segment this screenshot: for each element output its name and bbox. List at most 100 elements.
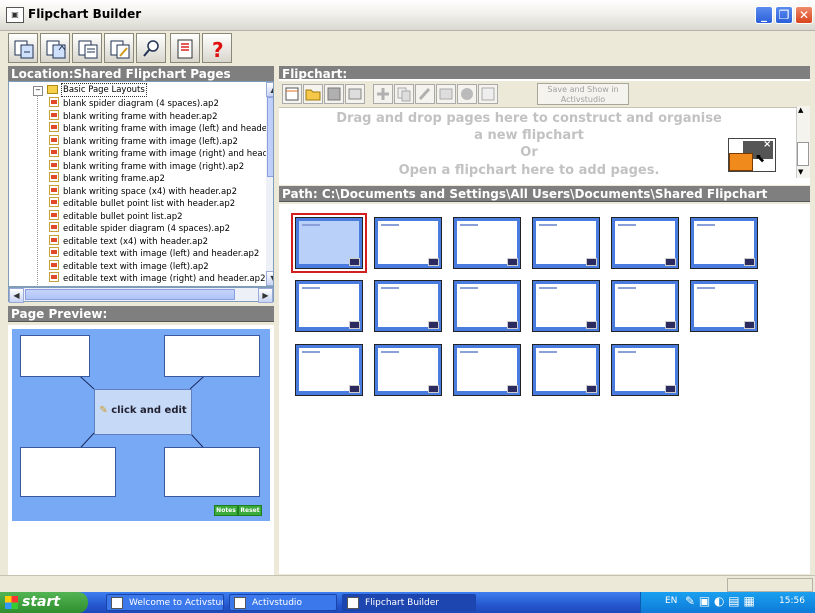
page-thumbnail[interactable]: [453, 280, 521, 332]
page-thumbnail[interactable]: [532, 280, 600, 332]
page-badge-icon: [349, 321, 360, 329]
task-flipchart-builder[interactable]: Flipchart Builder: [342, 594, 476, 611]
new-flipchart-button[interactable]: [282, 84, 302, 104]
brush-icon: [418, 87, 431, 101]
page-thumbnail[interactable]: [295, 280, 363, 332]
page-thumbnail[interactable]: [374, 217, 442, 269]
tree-item[interactable]: blank spider diagram (4 spaces).ap2: [49, 97, 219, 109]
add-page-button[interactable]: [8, 33, 38, 63]
page-badge-icon: [665, 321, 676, 329]
save-and-show-button[interactable]: Save and Show in Activstudio: [537, 83, 629, 105]
tree-item[interactable]: editable bullet point list.ap2: [49, 209, 183, 222]
page-thumbnail[interactable]: [453, 217, 521, 269]
page-badge-icon: [744, 258, 755, 266]
page-thumbnail[interactable]: [291, 213, 367, 273]
tree-horizontal-scrollbar[interactable]: ◀ ▶: [8, 287, 274, 303]
document-icon: [177, 39, 193, 59]
path-header: Path: C:\Documents and Settings\All User…: [279, 186, 810, 202]
pages-up-button[interactable]: [40, 33, 70, 63]
tree-item[interactable]: editable text with image (right) and hea…: [49, 272, 266, 284]
page-thumbnail[interactable]: [374, 344, 442, 396]
page-thumbnail[interactable]: [295, 344, 363, 396]
duplicate-button[interactable]: [394, 84, 414, 104]
task-activstudio-label: Activstudio: [252, 598, 302, 608]
fc-scroll-up-icon[interactable]: ▲: [798, 106, 803, 114]
page-thumbnail[interactable]: [611, 217, 679, 269]
page-copy-button[interactable]: [72, 33, 102, 63]
tree-item[interactable]: blank writing frame with image (left) an…: [49, 122, 267, 134]
tree-vertical-scrollbar[interactable]: ▲ ▼: [266, 82, 273, 286]
search-button[interactable]: [136, 33, 166, 63]
drop-hint-line4: Open a flipchart here to add pages.: [398, 163, 660, 178]
location-tree[interactable]: − Basic Page Layouts blank spider diagra…: [8, 81, 274, 287]
thumbnail-header-line: [302, 351, 320, 353]
edit-page-icon: [110, 40, 130, 59]
tree-item-label: blank writing frame with image (right).a…: [63, 161, 245, 172]
properties-button[interactable]: [345, 84, 365, 104]
window-icon: [111, 597, 123, 609]
page-thumbnail[interactable]: [374, 280, 442, 332]
tree-item[interactable]: blank writing space (x4) with header.ap2: [49, 184, 237, 197]
scroll-thumb[interactable]: [267, 97, 273, 177]
flipchart-toolbar: Save and Show in Activstudio: [279, 81, 810, 108]
edit-page-button[interactable]: [104, 33, 134, 63]
page-thumbnail[interactable]: [690, 280, 758, 332]
tree-item[interactable]: editable bullet point list with header.a…: [49, 197, 235, 209]
tree-item[interactable]: blank writing frame with image (right).a…: [49, 159, 245, 172]
task-welcome[interactable]: Welcome to Activstud...: [106, 594, 224, 611]
minimize-button[interactable]: _: [755, 6, 773, 24]
notes-button[interactable]: Notes: [214, 505, 238, 516]
tree-item[interactable]: blank writing frame with header.ap2: [49, 109, 218, 122]
tree-item[interactable]: editable spider diagram (4 spaces).ap2: [49, 222, 230, 234]
close-button[interactable]: ✕: [795, 6, 813, 24]
start-button[interactable]: start: [0, 592, 88, 613]
scroll-left-button[interactable]: ◀: [9, 288, 24, 303]
hscroll-thumb[interactable]: [25, 289, 235, 300]
help-button[interactable]: ?: [202, 33, 232, 63]
page-thumbnail[interactable]: [453, 344, 521, 396]
thumbnail-header-line: [381, 351, 399, 353]
task-activstudio[interactable]: Activstudio: [229, 594, 337, 611]
preview-box-top-left: [20, 335, 90, 377]
flipchart-doc-button[interactable]: [170, 33, 200, 63]
zoom-button[interactable]: [478, 84, 498, 104]
flipchart-scrollbar[interactable]: ▲ ▼: [796, 106, 810, 178]
tree-item[interactable]: editable text with image (left) and head…: [49, 247, 259, 259]
tree-item-label: blank writing frame.ap2: [63, 174, 165, 184]
page-thumbnail[interactable]: [532, 217, 600, 269]
title-bar[interactable]: ▣ Flipchart Builder _ ❐ ✕: [0, 0, 815, 31]
page-thumbnail[interactable]: [690, 217, 758, 269]
thumbnail-header-line: [539, 287, 557, 289]
page-badge-icon: [665, 385, 676, 393]
fc-scroll-thumb[interactable]: [797, 142, 809, 166]
edit-button[interactable]: [415, 84, 435, 104]
page-badge-icon: [586, 258, 597, 266]
page-thumbnail[interactable]: [611, 280, 679, 332]
page-badge-icon: [349, 258, 360, 266]
reset-button[interactable]: Reset: [238, 505, 262, 516]
page-thumbnail[interactable]: [532, 344, 600, 396]
tree-folder-label[interactable]: Basic Page Layouts: [61, 83, 147, 97]
info-button[interactable]: [457, 84, 477, 104]
open-button[interactable]: [303, 84, 323, 104]
scroll-right-button[interactable]: ▶: [258, 288, 273, 303]
scroll-up-button[interactable]: ▲: [266, 82, 273, 97]
duplicate-icon: [397, 87, 411, 102]
tree-item[interactable]: blank writing frame with image (left).ap…: [49, 134, 238, 147]
tree-item[interactable]: blank writing frame.ap2: [49, 172, 165, 184]
scroll-down-button[interactable]: ▼: [266, 271, 273, 286]
page-thumbnail[interactable]: [611, 344, 679, 396]
add-blank-button[interactable]: [373, 84, 393, 104]
preview-box-bottom-left: [20, 447, 116, 497]
page-badge-icon: [428, 385, 439, 393]
tree-item[interactable]: editable text (x4) with header.ap2: [49, 234, 208, 247]
tray-icons[interactable]: ✎ ▣ ◐ ▤ ▦: [685, 594, 755, 608]
fc-scroll-down-icon[interactable]: ▼: [798, 168, 803, 176]
maximize-button[interactable]: ❐: [775, 6, 793, 24]
tree-item[interactable]: blank writing frame with image (right) a…: [49, 147, 268, 159]
tree-item[interactable]: editable text with image (left).ap2: [49, 259, 209, 272]
tree-connector: [37, 95, 39, 285]
language-indicator[interactable]: EN: [665, 596, 677, 606]
save-button[interactable]: [324, 84, 344, 104]
notes-view-button[interactable]: [436, 84, 456, 104]
